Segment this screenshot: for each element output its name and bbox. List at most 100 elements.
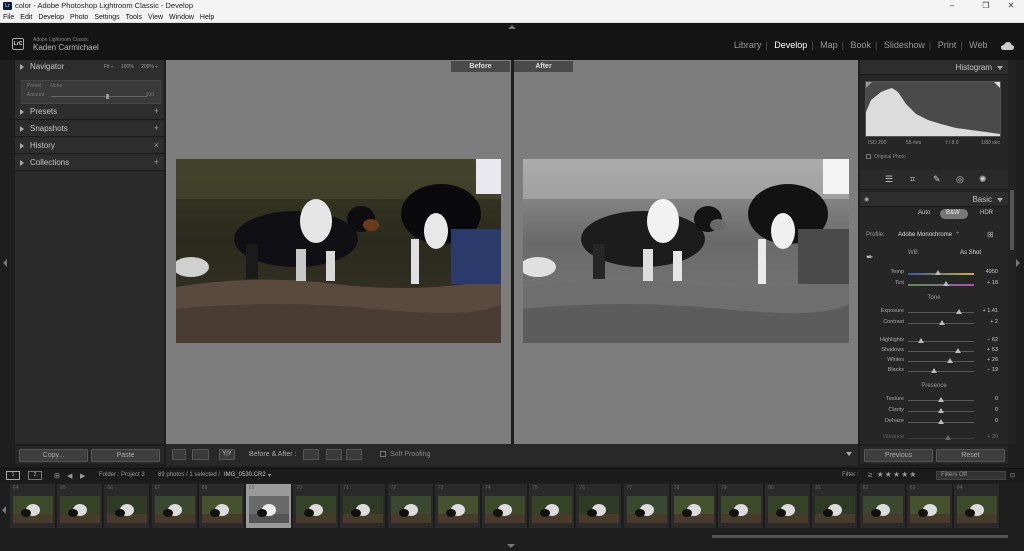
navigator-header[interactable]: Navigator — [30, 62, 64, 71]
slider-track[interactable] — [908, 312, 974, 313]
filter-dropdown[interactable]: Filters Off — [936, 471, 1006, 480]
collapse-triangle-icon[interactable] — [20, 64, 24, 70]
slider-knob[interactable] — [955, 348, 962, 353]
filmstrip-thumbnail[interactable]: 81 — [812, 484, 859, 528]
add-preset-icon[interactable]: + — [154, 106, 159, 116]
red-eye-icon[interactable]: ◎ — [956, 174, 964, 185]
slider-tint[interactable]: Tint + 18 — [860, 280, 1008, 290]
chevron-down-icon[interactable]: ▾ — [268, 472, 271, 479]
back-arrow-icon[interactable]: ◀ — [67, 472, 72, 480]
menu-window[interactable]: Window — [166, 12, 197, 23]
slider-knob[interactable] — [917, 338, 924, 343]
collapse-triangle-icon[interactable] — [20, 126, 24, 132]
filmstrip-thumbnail[interactable]: 73 — [434, 484, 481, 528]
collapse-triangle-icon[interactable] — [20, 160, 24, 166]
wb-dropdown[interactable]: As Shot — [960, 250, 981, 256]
presets-panel[interactable]: Presets + — [15, 105, 164, 120]
close-icon[interactable]: ✕ — [999, 0, 1023, 12]
slider-knob[interactable] — [938, 408, 944, 413]
cloud-icon[interactable] — [1001, 42, 1014, 50]
crop-icon[interactable]: ⌗ — [910, 174, 915, 185]
add-snapshot-icon[interactable]: + — [154, 123, 159, 133]
history-header[interactable]: History — [30, 141, 55, 150]
zoom-100[interactable]: 100% — [121, 64, 134, 70]
slider-track[interactable] — [908, 284, 974, 286]
collections-panel[interactable]: Collections + — [15, 156, 164, 171]
before-photo[interactable] — [176, 159, 501, 343]
auto-button[interactable]: Auto — [918, 210, 930, 216]
minimize-icon[interactable]: – — [940, 0, 964, 12]
slider-shadows[interactable]: Shadows + 53 — [860, 347, 1008, 357]
right-panel-toggle-icon[interactable] — [1016, 259, 1020, 267]
histogram[interactable] — [865, 81, 1001, 137]
menu-photo[interactable]: Photo — [67, 12, 91, 23]
slider-vibrance[interactable]: Vibrance + 20 — [860, 434, 1008, 444]
filter-lock-icon[interactable]: ⊡ — [1010, 472, 1015, 479]
slider-value[interactable]: + 2 — [990, 319, 998, 325]
bottom-panel-toggle-icon[interactable] — [507, 544, 515, 548]
edit-sliders-icon[interactable]: ☰ — [885, 174, 893, 185]
filmstrip-thumbnail[interactable]: 66 — [104, 484, 151, 528]
slider-knob[interactable] — [931, 368, 938, 373]
filmstrip-thumbnail[interactable]: 70 — [293, 484, 340, 528]
copy-before-to-after-icon[interactable] — [303, 449, 319, 460]
previous-button[interactable]: Previous — [864, 449, 933, 462]
slider-value[interactable]: − 19 — [987, 367, 998, 373]
after-pane[interactable]: After — [514, 60, 858, 442]
history-panel[interactable]: History × — [15, 139, 164, 154]
healing-brush-icon[interactable]: ✎ — [933, 174, 941, 185]
copy-button[interactable]: Copy... — [19, 449, 88, 462]
collapse-triangle-icon[interactable] — [20, 109, 24, 115]
before-after-mode-button[interactable]: Y|Y — [219, 449, 235, 460]
slider-blacks[interactable]: Blacks − 19 — [860, 367, 1008, 377]
slider-exposure[interactable]: Exposure + 1.41 — [860, 308, 1008, 318]
slider-value[interactable]: 0 — [995, 407, 998, 413]
soft-proofing-toggle[interactable]: Soft Proofing — [380, 451, 430, 458]
collections-header[interactable]: Collections — [30, 158, 69, 167]
filmstrip-thumbnail[interactable]: 71 — [340, 484, 387, 528]
slider-value[interactable]: + 26 — [987, 357, 998, 363]
module-library[interactable]: Library — [734, 40, 762, 50]
slider-track[interactable] — [908, 273, 974, 275]
slider-value[interactable]: + 18 — [987, 280, 998, 286]
module-slideshow[interactable]: Slideshow — [884, 40, 925, 50]
slider-texture[interactable]: Texture 0 — [860, 396, 1008, 406]
loupe-view-icon[interactable] — [172, 449, 186, 460]
slider-knob[interactable] — [943, 281, 950, 286]
menu-settings[interactable]: Settings — [91, 12, 122, 23]
eyedropper-icon[interactable]: ✒ — [866, 252, 874, 263]
slider-knob[interactable] — [938, 397, 944, 402]
module-web[interactable]: Web — [969, 40, 987, 50]
filmstrip-thumbnail[interactable]: 74 — [482, 484, 528, 528]
restore-icon[interactable]: ❐ — [974, 0, 998, 12]
slider-dehaze[interactable]: Dehaze 0 — [860, 418, 1008, 428]
original-photo-checkbox[interactable] — [866, 154, 871, 159]
presets-header[interactable]: Presets — [30, 107, 57, 116]
collapse-triangle-icon[interactable] — [997, 66, 1003, 70]
left-panel-toggle-icon[interactable] — [3, 259, 7, 267]
menu-develop[interactable]: Develop — [35, 12, 67, 23]
menu-file[interactable]: File — [0, 12, 17, 23]
profile-browser-icon[interactable]: ⊞ — [987, 230, 994, 239]
hdr-button[interactable]: HDR — [980, 210, 993, 216]
filmstrip-thumbnail[interactable]: 69 — [246, 484, 292, 528]
slider-value[interactable]: + 20 — [987, 434, 998, 440]
slider-value[interactable]: + 1.41 — [983, 308, 998, 314]
slider-track[interactable] — [908, 438, 974, 439]
secondary-window-monitor-button[interactable]: 2 — [28, 471, 42, 480]
copy-after-to-before-icon[interactable] — [326, 449, 342, 460]
slider-knob[interactable] — [938, 419, 944, 424]
slider-knob[interactable] — [934, 270, 941, 275]
filmstrip-thumbnail[interactable]: 84 — [954, 484, 1000, 528]
slider-value[interactable]: 0 — [995, 396, 998, 402]
filmstrip-thumbnail[interactable]: 79 — [718, 484, 764, 528]
slider-whites[interactable]: Whites + 26 — [860, 357, 1008, 367]
filmstrip-thumbnail[interactable]: 82 — [859, 484, 906, 528]
module-develop[interactable]: Develop — [774, 40, 807, 50]
add-collection-icon[interactable]: + — [154, 157, 159, 167]
scrollbar-thumb[interactable] — [1010, 190, 1014, 250]
filmstrip-thumbnail[interactable]: 76 — [576, 484, 623, 528]
filmstrip-thumbnail[interactable]: 83 — [906, 484, 953, 528]
filmstrip-thumbnail[interactable]: 68 — [198, 484, 245, 528]
snapshots-header[interactable]: Snapshots — [30, 124, 68, 133]
